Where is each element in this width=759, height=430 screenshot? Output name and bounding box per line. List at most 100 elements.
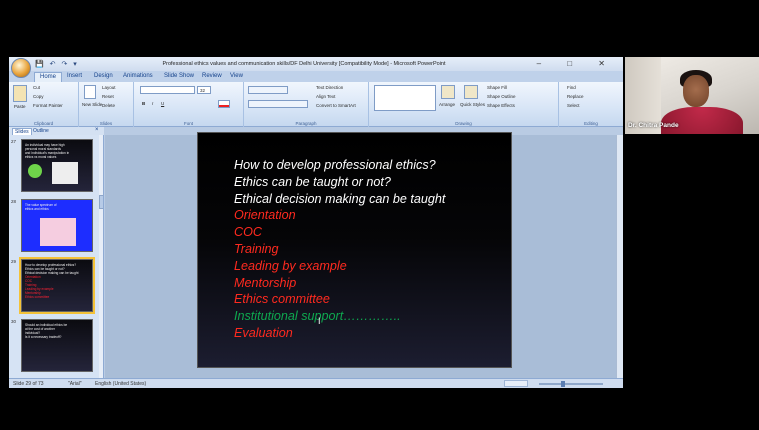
font-color-icon[interactable]	[218, 100, 230, 108]
participant-face	[683, 75, 709, 107]
screen-share: 💾 ↶ ↷ ▾ Professional ethics values and c…	[0, 0, 759, 430]
slide-line: Orientation	[234, 208, 296, 223]
underline-button[interactable]: U	[161, 101, 164, 106]
layout-button[interactable]: Layout	[102, 85, 116, 90]
slide-line: Training	[234, 241, 279, 256]
shape-outline-button[interactable]: Shape Outline	[487, 94, 516, 99]
office-button[interactable]	[11, 58, 31, 78]
tab-design[interactable]: Design	[94, 73, 113, 79]
find-button[interactable]: Find	[567, 85, 576, 90]
ribbon: Paste Cut Copy Format Painter Clipboard …	[9, 82, 623, 127]
slide-thumbnails: 27 An individual may have high personal …	[9, 135, 104, 378]
ribbon-tabs: Home Insert Design Animations Slide Show…	[9, 71, 623, 82]
slides-label: Slides	[99, 121, 113, 126]
panel-tabs: Slides Outline ×	[9, 127, 104, 136]
new-slide-button[interactable]: New Slide	[82, 102, 102, 107]
green-circle-graphic	[28, 164, 42, 178]
text-direction-button[interactable]: Text Direction	[316, 85, 343, 90]
select-button[interactable]: Select	[567, 103, 580, 108]
thumbnail-slide-30[interactable]: Should an individual ethics be at the co…	[21, 319, 93, 372]
list-buttons-icon[interactable]	[248, 86, 288, 94]
cartoon-image	[52, 162, 78, 184]
zoom-slider-knob[interactable]	[561, 381, 565, 387]
paste-button[interactable]: Paste	[14, 104, 26, 109]
tab-animations[interactable]: Animations	[123, 73, 153, 79]
shapes-gallery-icon[interactable]	[374, 85, 436, 111]
thumbnail-slide-27[interactable]: An individual may have high personal mor…	[21, 139, 93, 192]
drawing-group: Arrange Quick Styles Shape Fill Shape Ou…	[369, 82, 559, 127]
close-panel-icon[interactable]: ×	[95, 127, 99, 133]
thumbnail-number: 30	[11, 319, 17, 324]
window-controls[interactable]: – □ ✕	[537, 59, 617, 68]
thumbnail-number: 28	[11, 199, 17, 204]
clipboard-label: Clipboard	[33, 121, 54, 126]
convert-smartart-button[interactable]: Convert to SmartArt	[316, 103, 356, 108]
participant-name: Dr. Chitra Pande	[628, 122, 679, 129]
shape-effects-button[interactable]: Shape Effects	[487, 103, 515, 108]
tab-view[interactable]: View	[230, 73, 243, 79]
slides-group: New Slide Layout Reset Delete Slides	[79, 82, 134, 127]
arrange-button[interactable]: Arrange	[439, 102, 455, 107]
paste-icon[interactable]	[13, 85, 27, 102]
slide-counter: Slide 29 of 73	[13, 381, 44, 387]
align-text-button[interactable]: Align Text	[316, 94, 335, 99]
slide-line: COC	[234, 225, 262, 240]
font-size-value: 32	[200, 88, 206, 93]
delete-button[interactable]: Delete	[102, 103, 115, 108]
quick-styles-icon[interactable]	[464, 85, 478, 99]
editing-label: Editing	[584, 121, 598, 126]
tab-home[interactable]: Home	[34, 72, 63, 82]
thumbnail-slide-29[interactable]: How to develop professional ethics? Ethi…	[19, 257, 95, 314]
thumbnail-text: How to develop professional ethics? Ethi…	[25, 263, 91, 299]
paragraph-group: Text Direction Align Text Convert to Sma…	[244, 82, 369, 127]
quick-access-toolbar[interactable]: 💾 ↶ ↷ ▾	[35, 60, 79, 68]
format-painter-button[interactable]: Format Painter	[33, 103, 63, 108]
thumbnail-number: 27	[11, 139, 17, 144]
language-indicator[interactable]: English (United States)	[95, 381, 146, 387]
copy-button[interactable]: Copy	[33, 94, 44, 99]
shape-fill-button[interactable]: Shape Fill	[487, 85, 507, 90]
tab-outline[interactable]: Outline	[33, 128, 49, 134]
tab-insert[interactable]: Insert	[67, 73, 82, 79]
italic-button[interactable]: I	[152, 101, 153, 106]
slide-line: Ethical decision making can be taught	[234, 191, 446, 206]
paragraph-label: Paragraph	[295, 121, 317, 126]
thumbnail-number: 29	[11, 259, 17, 264]
align-buttons-icon[interactable]	[248, 100, 308, 108]
tab-slide-show[interactable]: Slide Show	[164, 73, 194, 79]
thumb-line: ethics vs moral values	[25, 155, 57, 159]
window-title: Professional ethics values and communica…	[162, 61, 446, 67]
colorful-diagram-image	[40, 218, 76, 246]
slide-text-body: How to develop professional ethics? Ethi…	[234, 157, 504, 342]
arrange-icon[interactable]	[441, 85, 455, 99]
slide-line: Institutional support…………..	[234, 309, 401, 324]
drawing-label: Drawing	[455, 121, 472, 126]
slide-line: Ethics can be taught or not?	[234, 174, 391, 189]
slide-line: Ethics committee	[234, 292, 330, 307]
thumbnail-scrollbar[interactable]	[99, 135, 103, 378]
cut-button[interactable]: Cut	[33, 85, 40, 90]
replace-button[interactable]: Replace	[567, 94, 584, 99]
reset-button[interactable]: Reset	[102, 94, 114, 99]
tab-review[interactable]: Review	[202, 73, 222, 79]
font-name-box[interactable]	[140, 86, 195, 94]
thumb-line: Ethics committee	[25, 295, 50, 299]
bold-button[interactable]: B	[142, 101, 145, 106]
thumb-line: ethics and ethics	[25, 207, 49, 211]
thumbnail-text: Should an individual ethics be at the co…	[25, 323, 91, 339]
view-buttons[interactable]	[504, 380, 528, 387]
vertical-scrollbar[interactable]	[616, 135, 623, 378]
quick-styles-button[interactable]: Quick Styles	[460, 102, 485, 107]
participant-body	[661, 107, 743, 134]
zoom-slider[interactable]	[539, 383, 603, 385]
thumbnail-text: An individual may have high personal mor…	[25, 143, 91, 159]
thumbnail-slide-28[interactable]: The value spectrum of ethics and ethics	[21, 199, 93, 252]
current-slide: How to develop professional ethics? Ethi…	[197, 132, 512, 368]
new-slide-icon[interactable]	[84, 85, 96, 99]
editing-group: Find Replace Select Editing	[559, 82, 623, 127]
scrollbar-thumb[interactable]	[99, 195, 103, 209]
font-size-box[interactable]: 32	[197, 86, 211, 94]
slide-line: Leading by example	[234, 258, 347, 273]
theme-name: "Arial"	[68, 381, 82, 387]
font-label: Font	[183, 121, 193, 126]
